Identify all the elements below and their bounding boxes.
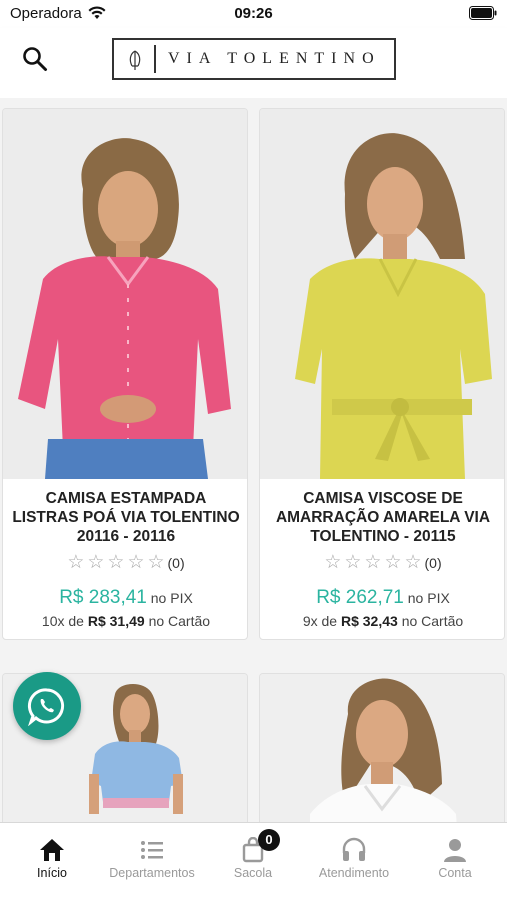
status-time: 09:26 bbox=[234, 5, 273, 22]
product-photo-white-shirt bbox=[260, 674, 504, 822]
rating-stars-icon: ☆☆☆☆☆ bbox=[324, 552, 425, 573]
logo-divider bbox=[154, 45, 156, 73]
headset-icon bbox=[342, 837, 366, 861]
product-photo-pink-blouse bbox=[3, 109, 247, 479]
product-card[interactable]: CAMISA VISCOSE DE AMARRAÇÃO AMARELA VIA … bbox=[259, 108, 505, 640]
search-icon[interactable] bbox=[22, 46, 48, 72]
list-icon bbox=[141, 841, 163, 859]
product-card[interactable] bbox=[259, 673, 505, 822]
app-header: VIA TOLENTINO bbox=[0, 28, 507, 98]
product-image[interactable] bbox=[260, 674, 504, 822]
rating-count: (0) bbox=[424, 555, 442, 571]
status-bar: Operadora 09:26 bbox=[0, 0, 507, 28]
tab-label: Departamentos bbox=[109, 866, 195, 880]
product-image[interactable] bbox=[3, 109, 247, 479]
pix-price-line: R$ 262,71 no PIX bbox=[260, 587, 504, 609]
installment-label: no Cartão bbox=[401, 613, 464, 629]
user-icon bbox=[444, 839, 466, 862]
product-name[interactable]: CAMISA VISCOSE DE AMARRAÇÃO AMARELA VIA … bbox=[268, 489, 498, 546]
product-photo-yellow-blouse bbox=[260, 109, 504, 479]
installments-line: 9x de R$ 32,43 no Cartão bbox=[260, 613, 504, 629]
brand-mark-icon bbox=[129, 50, 141, 70]
product-image[interactable] bbox=[260, 109, 504, 479]
rating-count: (0) bbox=[167, 555, 185, 571]
bottom-tab-bar: Início Departamentos 0 Sacola Atendiment… bbox=[0, 822, 507, 900]
tab-label: Sacola bbox=[233, 866, 273, 880]
pix-price: R$ 283,41 bbox=[59, 587, 147, 608]
installment-label: no Cartão bbox=[148, 613, 211, 629]
brand-name: VIA TOLENTINO bbox=[168, 50, 381, 67]
installments-line: 10x de R$ 31,49 no Cartão bbox=[3, 613, 247, 629]
product-rating: ☆☆☆☆☆(0) bbox=[260, 551, 504, 574]
product-rating: ☆☆☆☆☆(0) bbox=[3, 551, 247, 574]
tab-sacola[interactable]: 0 Sacola bbox=[203, 823, 303, 900]
whatsapp-icon bbox=[27, 688, 65, 726]
whatsapp-button[interactable] bbox=[13, 672, 81, 740]
product-card[interactable]: CAMISA ESTAMPADA LISTRAS POÁ VIA TOLENTI… bbox=[2, 108, 248, 640]
cart-count-badge: 0 bbox=[258, 829, 280, 851]
installment-value: R$ 32,43 bbox=[340, 613, 398, 629]
installments-count: 10x de bbox=[41, 613, 84, 629]
tab-departamentos[interactable]: Departamentos bbox=[102, 823, 202, 900]
brand-logo[interactable]: VIA TOLENTINO bbox=[112, 38, 396, 80]
home-icon bbox=[40, 839, 64, 861]
tab-label: Conta bbox=[438, 866, 472, 880]
pix-label: no PIX bbox=[150, 590, 193, 606]
installments-count: 9x de bbox=[302, 613, 338, 629]
tab-conta[interactable]: Conta bbox=[405, 823, 505, 900]
tab-inicio[interactable]: Início bbox=[2, 823, 102, 900]
pix-price: R$ 262,71 bbox=[316, 587, 404, 608]
battery-icon bbox=[469, 6, 497, 20]
product-name[interactable]: CAMISA ESTAMPADA LISTRAS POÁ VIA TOLENTI… bbox=[11, 489, 241, 546]
pix-price-line: R$ 283,41 no PIX bbox=[3, 587, 247, 609]
tab-atendimento[interactable]: Atendimento bbox=[304, 823, 404, 900]
installment-value: R$ 31,49 bbox=[87, 613, 145, 629]
pix-label: no PIX bbox=[407, 590, 450, 606]
rating-stars-icon: ☆☆☆☆☆ bbox=[67, 552, 168, 573]
tab-label: Atendimento bbox=[318, 866, 390, 880]
tab-label: Início bbox=[37, 866, 67, 880]
